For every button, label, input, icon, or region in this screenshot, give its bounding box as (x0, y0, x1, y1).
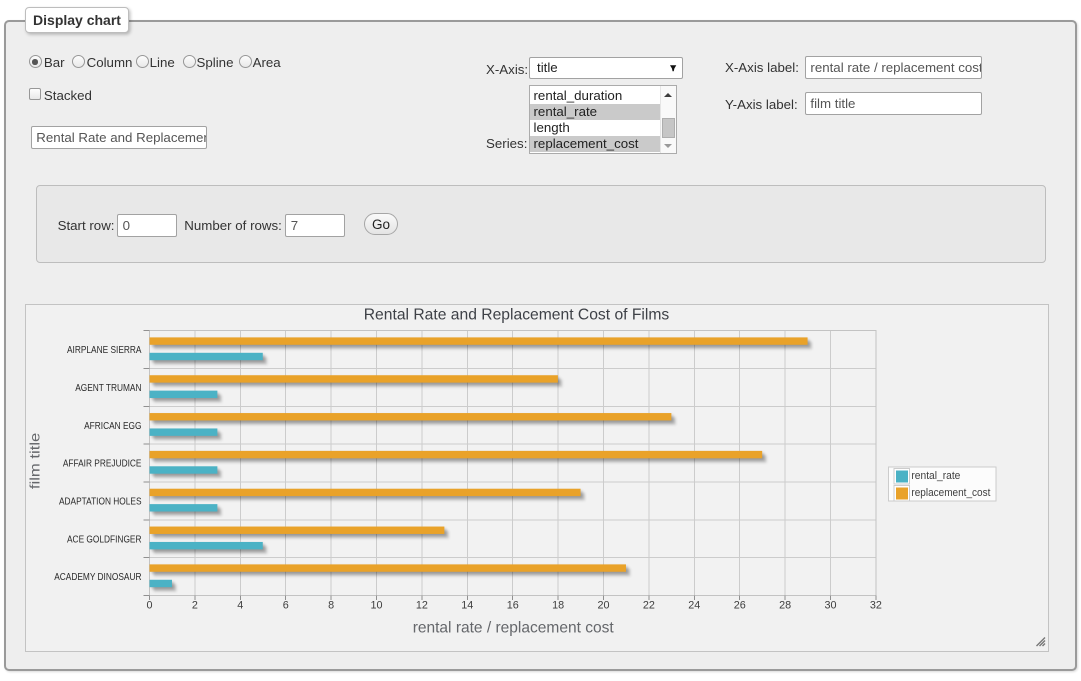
svg-text:2: 2 (191, 600, 197, 612)
svg-text:replacement_cost: replacement_cost (911, 487, 990, 499)
svg-text:rental rate / replacement cost: rental rate / replacement cost (412, 620, 614, 637)
svg-text:Rental Rate and Replacement Co: Rental Rate and Replacement Cost of Film… (363, 307, 669, 324)
svg-text:AIRPLANE SIERRA: AIRPLANE SIERRA (67, 345, 142, 356)
svg-text:22: 22 (642, 600, 654, 612)
svg-text:film title: film title (26, 432, 42, 489)
svg-text:12: 12 (415, 600, 427, 612)
svg-text:32: 32 (869, 600, 881, 612)
svg-text:16: 16 (506, 600, 518, 612)
svg-text:AFFAIR PREJUDICE: AFFAIR PREJUDICE (62, 459, 141, 470)
svg-text:ACE GOLDFINGER: ACE GOLDFINGER (67, 534, 141, 545)
svg-text:10: 10 (370, 600, 382, 612)
svg-text:28: 28 (779, 600, 791, 612)
svg-text:ACADEMY DINOSAUR: ACADEMY DINOSAUR (54, 572, 141, 583)
svg-text:14: 14 (461, 600, 473, 612)
svg-text:AFRICAN EGG: AFRICAN EGG (84, 421, 142, 432)
svg-text:26: 26 (733, 600, 745, 612)
svg-text:4: 4 (237, 600, 243, 612)
svg-text:rental_rate: rental_rate (911, 470, 960, 482)
svg-text:20: 20 (597, 600, 609, 612)
svg-text:ADAPTATION HOLES: ADAPTATION HOLES (58, 497, 141, 508)
svg-text:30: 30 (824, 600, 836, 612)
svg-text:8: 8 (328, 600, 334, 612)
svg-text:6: 6 (282, 600, 288, 612)
svg-text:24: 24 (688, 600, 700, 612)
svg-text:18: 18 (552, 600, 564, 612)
svg-text:0: 0 (146, 600, 152, 612)
svg-text:AGENT TRUMAN: AGENT TRUMAN (75, 383, 141, 394)
